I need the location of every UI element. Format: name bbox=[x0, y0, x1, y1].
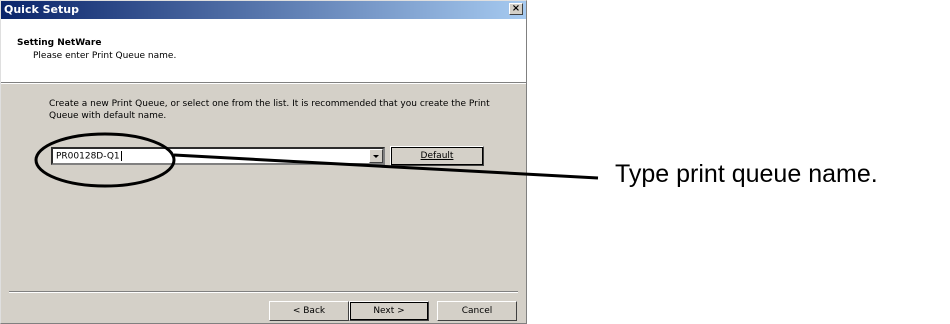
callout-leader-line bbox=[173, 153, 599, 180]
highlight-ellipse bbox=[34, 132, 176, 188]
callout-text: Type print queue name. bbox=[615, 160, 878, 188]
